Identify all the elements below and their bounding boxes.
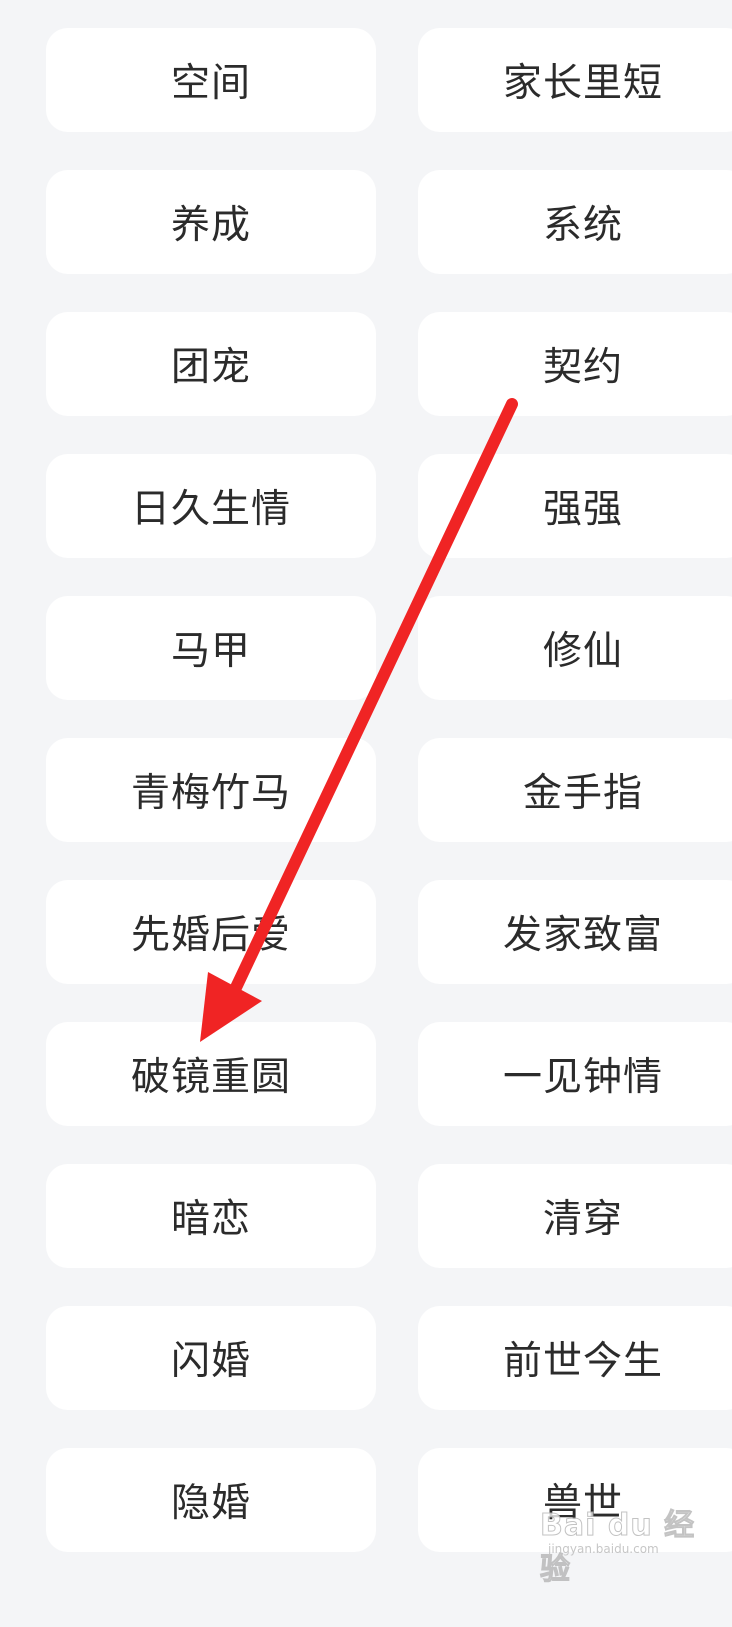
- tag-family-matters[interactable]: 家长里短: [418, 28, 732, 132]
- tag-xianxia[interactable]: 修仙: [418, 596, 732, 700]
- watermark-url: jingyan.baidu.com: [548, 1542, 659, 1556]
- tag-get-rich[interactable]: 发家致富: [418, 880, 732, 984]
- tag-system[interactable]: 系统: [418, 170, 732, 274]
- tag-cultivation[interactable]: 养成: [46, 170, 376, 274]
- tag-secret-crush[interactable]: 暗恋: [46, 1164, 376, 1268]
- tag-hidden-identity[interactable]: 马甲: [46, 596, 376, 700]
- tag-golden-finger[interactable]: 金手指: [418, 738, 732, 842]
- tag-space[interactable]: 空间: [46, 28, 376, 132]
- tag-contract[interactable]: 契约: [418, 312, 732, 416]
- tag-love-at-first-sight[interactable]: 一见钟情: [418, 1022, 732, 1126]
- tag-group-pet[interactable]: 团宠: [46, 312, 376, 416]
- tag-qing-time-travel[interactable]: 清穿: [418, 1164, 732, 1268]
- tag-past-present-life[interactable]: 前世今生: [418, 1306, 732, 1410]
- tag-reunion[interactable]: 破镜重圆: [46, 1022, 376, 1126]
- tag-strong-strong[interactable]: 强强: [418, 454, 732, 558]
- tag-love-over-time[interactable]: 日久生情: [46, 454, 376, 558]
- tag-secret-marriage[interactable]: 隐婚: [46, 1448, 376, 1552]
- tag-flash-marriage[interactable]: 闪婚: [46, 1306, 376, 1410]
- tag-marriage-first[interactable]: 先婚后爱: [46, 880, 376, 984]
- watermark: Bai du 经验 jingyan.baidu.com: [540, 1500, 720, 1588]
- tag-childhood-sweethearts[interactable]: 青梅竹马: [46, 738, 376, 842]
- tag-grid: 空间 养成 团宠 日久生情 马甲 青梅竹马 先婚后爱 破镜重圆 暗恋 闪婚 隐婚…: [0, 0, 732, 1627]
